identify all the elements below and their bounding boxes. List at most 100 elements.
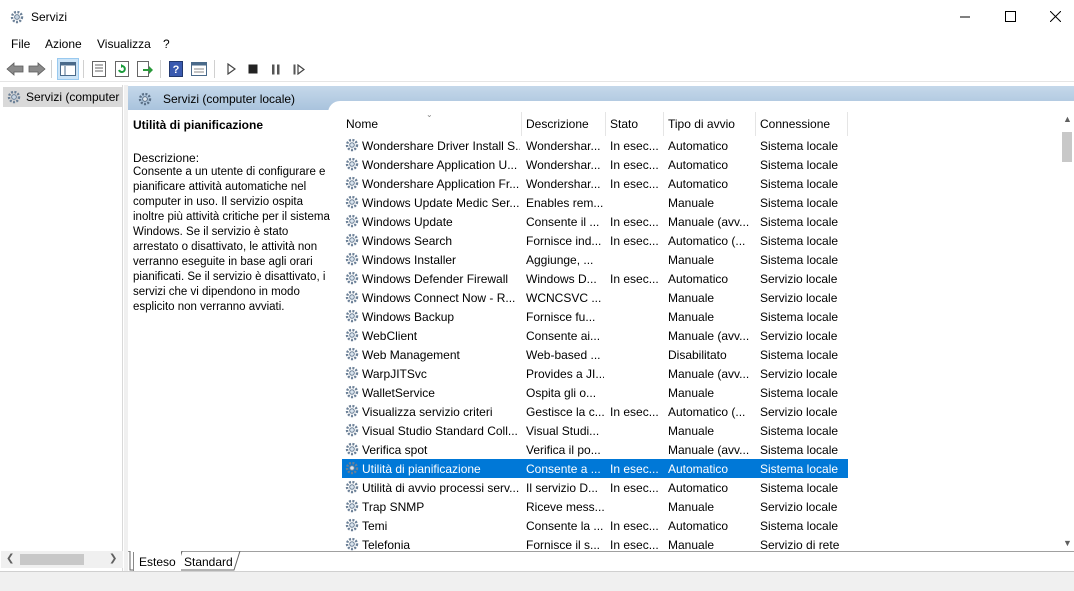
cell-desc: Aggiunge, ... xyxy=(526,253,594,267)
selected-service-name: Utilità di pianificazione xyxy=(133,118,264,132)
service-gear-icon xyxy=(345,423,359,437)
table-row[interactable]: Wondershare Application Fr... Wondershar.… xyxy=(342,174,848,193)
scroll-down-icon[interactable]: ▼ xyxy=(1063,538,1072,548)
stop-service-button[interactable] xyxy=(242,58,264,80)
service-gear-icon xyxy=(345,309,359,323)
scroll-left-icon[interactable]: ❮ xyxy=(6,553,14,564)
table-row[interactable]: Wondershare Driver Install S... Wondersha… xyxy=(342,136,848,155)
table-row[interactable]: Windows Defender Firewall Windows D... In … xyxy=(342,269,848,288)
cell-name: Windows Installer xyxy=(362,253,457,267)
column-header-name[interactable]: ⌄ Nome xyxy=(342,112,522,136)
table-row[interactable]: WalletService Ospita gli o... Manuale Siste… xyxy=(342,383,848,402)
toolbar-separator xyxy=(51,60,52,78)
cell-startup: Manuale (avv... xyxy=(668,443,750,457)
cell-name: Windows Update Medic Ser... xyxy=(362,196,520,210)
table-row[interactable]: WarpJITSvc Provides a JI... Manuale (avv..… xyxy=(342,364,848,383)
toolbar: ? xyxy=(0,55,1074,82)
show-console-button[interactable] xyxy=(188,58,210,80)
column-header-startup-type[interactable]: Tipo di avvio xyxy=(664,112,756,136)
tree-horizontal-scrollbar[interactable]: ❮ ❯ xyxy=(1,551,123,568)
restart-service-button[interactable] xyxy=(288,58,310,80)
table-row[interactable]: Web Management Web-based ... Disabilitato S… xyxy=(342,345,848,364)
cell-state: In esec... xyxy=(610,519,659,533)
menu-help[interactable]: ? xyxy=(163,37,170,51)
table-row[interactable]: Verifica spot Verifica il po... Manuale (a… xyxy=(342,440,848,459)
refresh-button[interactable] xyxy=(111,58,133,80)
description-text: Consente a un utente di configurare e pi… xyxy=(133,166,330,313)
table-row[interactable]: Telefonia Fornisce il s... In esec... Manua… xyxy=(342,535,848,551)
table-row[interactable]: Visualizza servizio criteri Gestisce la c… xyxy=(342,402,848,421)
menu-view[interactable]: Visualizza xyxy=(97,37,151,51)
cell-name: Verifica spot xyxy=(362,443,428,457)
table-row[interactable]: Visual Studio Standard Coll... Visual Stu… xyxy=(342,421,848,440)
minimize-button[interactable] xyxy=(942,0,988,33)
cell-desc: Gestisce la c... xyxy=(526,405,604,419)
export-list-button[interactable] xyxy=(134,58,156,80)
back-button[interactable] xyxy=(4,58,26,80)
cell-state: In esec... xyxy=(610,405,659,419)
table-row[interactable]: Utilità di pianificazione Consente a ... I… xyxy=(342,459,848,478)
cell-name: Trap SNMP xyxy=(362,500,425,514)
table-row[interactable]: Utilità di avvio processi serv... Il serv… xyxy=(342,478,848,497)
export-icon xyxy=(137,61,153,77)
scroll-right-icon[interactable]: ❯ xyxy=(109,553,117,564)
close-button[interactable] xyxy=(1032,0,1074,33)
cell-startup: Manuale xyxy=(668,291,715,305)
service-gear-icon xyxy=(345,157,359,171)
cell-startup: Manuale xyxy=(668,310,715,324)
cell-logon: Servizio locale xyxy=(760,272,838,286)
cell-startup: Disabilitato xyxy=(668,348,727,362)
cell-name: WarpJITSvc xyxy=(362,367,427,381)
pause-service-button[interactable] xyxy=(265,58,287,80)
scrollbar-thumb[interactable] xyxy=(20,554,84,565)
table-row[interactable]: Wondershare Application U... Wondershar..… xyxy=(342,155,848,174)
cell-name: WalletService xyxy=(362,386,435,400)
help-button[interactable]: ? xyxy=(165,58,187,80)
menu-action[interactable]: Azione xyxy=(45,37,82,51)
title-bar: Servizi xyxy=(0,0,1074,33)
table-row[interactable]: Windows Installer Aggiunge, ... Manuale Sis… xyxy=(342,250,848,269)
service-gear-icon xyxy=(345,271,359,285)
cell-name: Windows Backup xyxy=(362,310,455,324)
cell-name: Telefonia xyxy=(362,538,411,551)
scrollbar-thumb[interactable] xyxy=(1062,132,1072,162)
column-header-status[interactable]: Stato xyxy=(606,112,664,136)
maximize-button[interactable] xyxy=(987,0,1033,33)
column-header-description[interactable]: Descrizione xyxy=(522,112,606,136)
table-row[interactable]: Windows Connect Now - R... WCNCSVC ... Man… xyxy=(342,288,848,307)
cell-name: Utilità di pianificazione xyxy=(362,462,481,476)
cell-state: In esec... xyxy=(610,177,659,191)
cell-startup: Automatico xyxy=(668,139,729,153)
tab-standard[interactable]: Standard xyxy=(178,552,240,571)
table-row[interactable]: Trap SNMP Riceve mess... Manuale Servizio l… xyxy=(342,497,848,516)
properties-button[interactable] xyxy=(88,58,110,80)
table-row[interactable]: Windows Search Fornisce ind... In esec... A… xyxy=(342,231,848,250)
tree-item-services-local[interactable]: Servizi (computer xyxy=(3,87,123,107)
start-service-button[interactable] xyxy=(220,58,242,80)
service-gear-icon xyxy=(345,195,359,209)
console-tree-icon xyxy=(60,62,76,76)
menu-file[interactable]: File xyxy=(11,37,30,51)
table-row[interactable]: Temi Consente la ... In esec... Automatico S… xyxy=(342,516,848,535)
back-arrow-icon xyxy=(6,62,24,76)
status-bar xyxy=(0,571,1074,591)
table-row[interactable]: Windows Update Medic Ser... Enables rem..… xyxy=(342,193,848,212)
tab-extended[interactable]: Esteso xyxy=(133,552,181,571)
service-gear-icon xyxy=(345,176,359,190)
service-gear-icon xyxy=(345,214,359,228)
table-row[interactable]: Windows Backup Fornisce fu... Manuale Siste… xyxy=(342,307,848,326)
cell-logon: Servizio locale xyxy=(760,500,838,514)
table-row[interactable]: Windows Update Consente il ... In esec... M… xyxy=(342,212,848,231)
column-header-logon[interactable]: Connessione xyxy=(756,112,848,136)
console-view-icon xyxy=(191,62,207,76)
cell-startup: Manuale xyxy=(668,538,715,551)
forward-button[interactable] xyxy=(26,58,48,80)
scroll-up-icon[interactable]: ▲ xyxy=(1063,114,1072,124)
show-hide-tree-button[interactable] xyxy=(57,58,79,80)
table-vertical-scrollbar[interactable]: ▲ ▼ xyxy=(1060,112,1074,551)
service-gear-icon xyxy=(345,347,359,361)
table-row[interactable]: WebClient Consente ai... Manuale (avv... Se… xyxy=(342,326,848,345)
cell-state: In esec... xyxy=(610,462,659,476)
table-body: Wondershare Driver Install S... Wondersha… xyxy=(342,136,1056,551)
cell-name: Windows Connect Now - R... xyxy=(362,291,516,305)
